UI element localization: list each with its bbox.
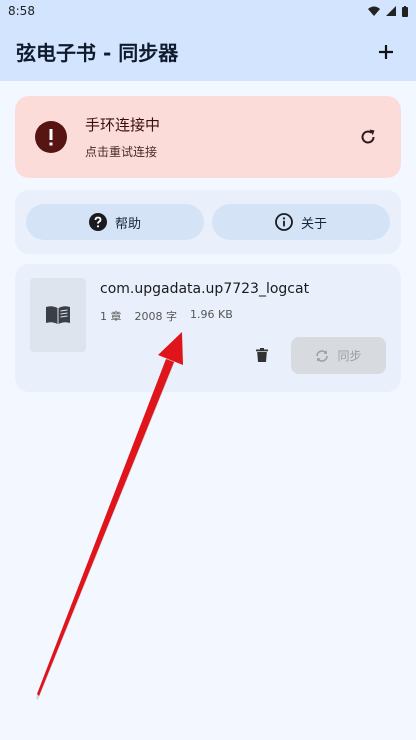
book-chars: 2008 字 <box>134 310 178 323</box>
sync-icon <box>316 349 329 362</box>
status-time: 8:58 <box>8 4 35 18</box>
book-size: 1.96 KB <box>190 308 233 321</box>
sync-label: 同步 <box>337 349 362 363</box>
delete-button[interactable] <box>251 344 273 366</box>
connection-status-subtitle: 点击重试连接 <box>85 145 158 159</box>
help-label: 帮助 <box>114 216 141 232</box>
refresh-icon <box>361 129 375 144</box>
actions-card: 帮助 关于 <box>15 190 401 254</box>
signal-icon <box>386 6 396 16</box>
help-button[interactable]: 帮助 <box>26 204 204 240</box>
app-title: 弦电子书 - 同步器 <box>16 41 179 65</box>
sync-button[interactable]: 同步 <box>291 337 386 374</box>
error-icon <box>35 121 67 153</box>
book-icon <box>46 306 70 324</box>
add-button[interactable] <box>372 38 400 66</box>
trash-icon <box>256 348 268 362</box>
info-icon <box>275 213 293 231</box>
connection-status-title: 手环连接中 <box>85 116 161 134</box>
book-cover <box>30 278 86 352</box>
battery-icon <box>402 5 408 17</box>
about-label: 关于 <box>300 216 327 232</box>
book-chapters: 1 章 <box>100 310 122 323</box>
wifi-icon <box>368 6 380 16</box>
status-bar: 8:58 <box>0 0 416 22</box>
help-icon <box>88 213 107 231</box>
plus-icon <box>379 44 393 59</box>
book-title: com.upgadata.up7723_logcat <box>100 281 310 297</box>
about-button[interactable]: 关于 <box>212 204 390 240</box>
connection-card[interactable]: 手环连接中 点击重试连接 <box>15 96 401 178</box>
status-icons <box>368 5 408 17</box>
app-bar: 弦电子书 - 同步器 <box>0 22 416 81</box>
retry-button[interactable] <box>355 124 381 150</box>
book-meta: 1 章 2008 字 1.96 KB <box>100 308 233 324</box>
book-card[interactable]: com.upgadata.up7723_logcat 1 章 2008 字 1.… <box>15 264 401 392</box>
